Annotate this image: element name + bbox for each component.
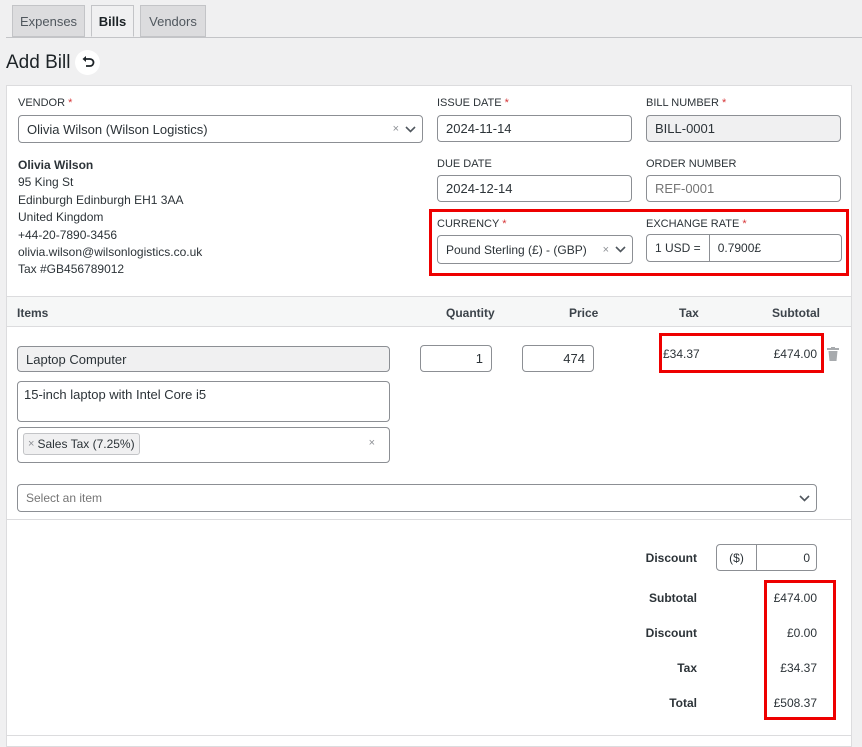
item-name-input[interactable]: Laptop Computer xyxy=(17,346,390,372)
highlight-box xyxy=(659,333,824,373)
header-quantity: Quantity xyxy=(446,306,495,320)
bill-number-input[interactable]: BILL-0001 xyxy=(646,115,841,142)
select-item-dropdown[interactable]: Select an item xyxy=(17,484,817,512)
divider xyxy=(7,735,851,736)
issue-date-label: ISSUE DATE * xyxy=(437,97,509,109)
back-button[interactable] xyxy=(75,50,100,75)
vendor-email: olivia.wilson@wilsonlogistics.co.uk xyxy=(18,245,203,260)
order-number-input[interactable]: REF-0001 xyxy=(646,175,841,202)
header-items: Items xyxy=(17,306,49,320)
discount-input[interactable]: 0 xyxy=(757,551,816,565)
bill-form: VENDOR * Olivia Wilson (Wilson Logistics… xyxy=(6,85,852,747)
highlight-box xyxy=(764,580,836,720)
tab-expenses[interactable]: Expenses xyxy=(12,5,85,37)
chevron-down-icon xyxy=(799,494,810,502)
tax-label: Tax xyxy=(677,661,697,675)
vendor-country: United Kingdom xyxy=(18,210,104,225)
vendor-details: Olivia Wilson 95 King St Edinburgh Edinb… xyxy=(18,157,202,279)
price-input[interactable]: 474 xyxy=(522,345,594,372)
quantity-input[interactable]: 1 xyxy=(420,345,492,372)
discount-label: Discount xyxy=(645,626,697,640)
item-description-input[interactable]: 15-inch laptop with Intel Core i5 xyxy=(17,381,390,422)
bill-number-label: BILL NUMBER * xyxy=(646,97,727,109)
issue-date-input[interactable]: 2024-11-14 xyxy=(437,115,632,142)
due-date-input[interactable]: 2024-12-14 xyxy=(437,175,632,202)
page-title: Add Bill xyxy=(6,52,71,73)
vendor-name: Olivia Wilson xyxy=(18,158,94,172)
discount-unit-toggle[interactable]: ($) xyxy=(717,545,757,570)
tab-vendors[interactable]: Vendors xyxy=(140,5,206,37)
vendor-phone: +44-20-7890-3456 xyxy=(18,227,118,242)
order-number-label: ORDER NUMBER xyxy=(646,158,737,170)
trash-icon[interactable] xyxy=(827,347,839,361)
vendor-address: 95 King St xyxy=(18,175,74,190)
item-tax-select[interactable]: × Sales Tax (7.25%) × xyxy=(17,427,390,463)
highlight-box xyxy=(429,209,849,276)
clear-icon[interactable]: × xyxy=(369,437,375,449)
vendor-label: VENDOR * xyxy=(18,97,73,109)
vendor-city: Edinburgh Edinburgh EH1 3AA xyxy=(18,192,184,207)
vendor-tax: Tax #GB456789012 xyxy=(18,262,125,277)
total-label: Total xyxy=(669,696,697,710)
header-price: Price xyxy=(569,306,599,320)
undo-icon xyxy=(82,55,94,67)
tab-divider xyxy=(6,37,862,38)
clear-icon[interactable]: × xyxy=(393,123,399,135)
subtotal-label: Subtotal xyxy=(649,591,697,605)
discount-group: ($) 0 xyxy=(716,544,817,571)
due-date-label: DUE DATE xyxy=(437,158,492,170)
divider xyxy=(7,519,851,520)
remove-tag-icon[interactable]: × xyxy=(28,438,34,450)
tab-bills[interactable]: Bills xyxy=(91,5,134,37)
items-header: Items Quantity Price Tax Subtotal xyxy=(7,296,851,327)
vendor-select[interactable]: Olivia Wilson (Wilson Logistics) × xyxy=(18,115,423,143)
tax-tag: × Sales Tax (7.25%) xyxy=(23,433,140,455)
discount-input-label: Discount xyxy=(645,551,697,565)
chevron-down-icon xyxy=(405,125,416,133)
header-subtotal: Subtotal xyxy=(772,306,820,320)
header-tax: Tax xyxy=(679,306,699,320)
